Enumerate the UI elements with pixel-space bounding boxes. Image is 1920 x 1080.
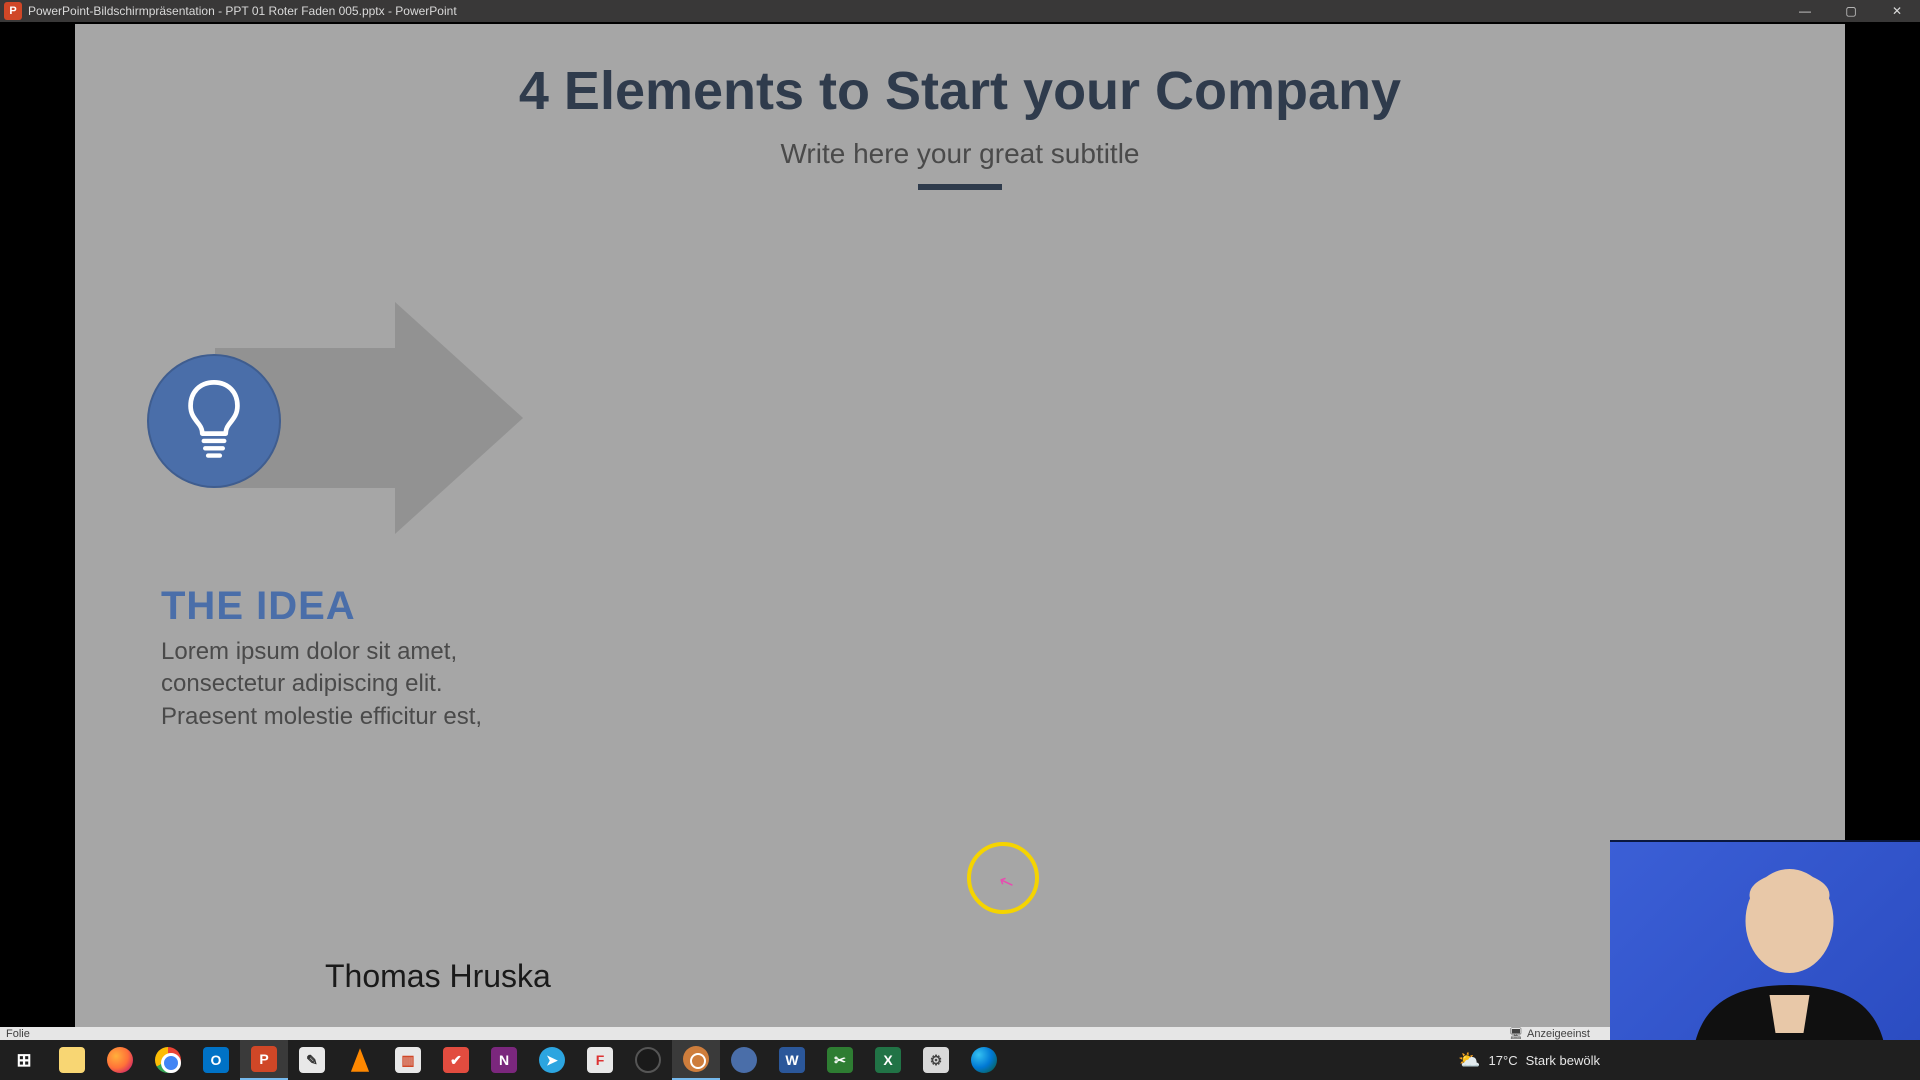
window-title: PowerPoint-Bildschirmpräsentation - PPT … — [28, 4, 457, 18]
taskbar-file-explorer[interactable] — [48, 1040, 96, 1080]
idea-circle — [147, 354, 281, 488]
todoist-icon: ✔ — [443, 1047, 469, 1073]
status-slide-label: Folie — [6, 1028, 30, 1040]
app-icon-powerpoint: P — [4, 2, 22, 20]
foxit-icon: F — [587, 1047, 613, 1073]
taskbar-paint[interactable]: ✎ — [288, 1040, 336, 1080]
cloud-app-icon — [731, 1047, 757, 1073]
windows-logo-icon: ⊞ — [11, 1047, 37, 1073]
taskbar-tool[interactable]: ⚙ — [912, 1040, 960, 1080]
telegram-icon: ➤ — [539, 1047, 565, 1073]
presenter-name: Thomas Hruska — [325, 958, 551, 995]
taskbar-edge[interactable] — [960, 1040, 1008, 1080]
app-icon: ▥ — [395, 1047, 421, 1073]
slide-title: 4 Elements to Start your Company — [75, 60, 1845, 122]
slide-subtitle: Write here your great subtitle — [75, 138, 1845, 170]
window-titlebar: P PowerPoint-Bildschirmpräsentation - PP… — [0, 0, 1920, 22]
taskbar-excel[interactable]: X — [864, 1040, 912, 1080]
vlc-icon — [347, 1047, 373, 1073]
presentation-slide[interactable]: 4 Elements to Start your Company Write h… — [75, 24, 1845, 1027]
taskbar-foxit[interactable]: F — [576, 1040, 624, 1080]
taskbar-outlook[interactable]: O — [192, 1040, 240, 1080]
firefox-icon — [107, 1047, 133, 1073]
tool-icon: ⚙ — [923, 1047, 949, 1073]
taskbar-onenote[interactable]: N — [480, 1040, 528, 1080]
idea-body: Lorem ipsum dolor sit amet, consectetur … — [161, 636, 541, 733]
paint-icon: ✎ — [299, 1047, 325, 1073]
snip-icon: ✂ — [827, 1047, 853, 1073]
word-icon: W — [779, 1047, 805, 1073]
display-settings-icon[interactable]: 🖥 — [1509, 1027, 1523, 1040]
taskbar-word[interactable]: W — [768, 1040, 816, 1080]
taskbar-todoist[interactable]: ✔ — [432, 1040, 480, 1080]
recorder-icon — [683, 1046, 709, 1072]
tray-weather-text: Stark bewölk — [1526, 1053, 1600, 1068]
obs-icon — [635, 1047, 661, 1073]
outlook-icon: O — [203, 1047, 229, 1073]
taskbar-cloud-app[interactable] — [720, 1040, 768, 1080]
file-explorer-icon — [59, 1047, 85, 1073]
chrome-icon — [155, 1047, 181, 1073]
taskbar-telegram[interactable]: ➤ — [528, 1040, 576, 1080]
onenote-icon: N — [491, 1047, 517, 1073]
slide-divider — [918, 184, 1002, 190]
powerpoint-icon: P — [251, 1046, 277, 1072]
excel-icon: X — [875, 1047, 901, 1073]
window-close-button[interactable]: ✕ — [1874, 0, 1920, 22]
display-settings-label[interactable]: Anzeigeeinst — [1527, 1028, 1590, 1040]
windows-taskbar: ⊞ O P ✎ ▥ ✔ N ➤ F W ✂ X ⚙ ⛅ 17°C Stark b… — [0, 1040, 1920, 1080]
system-tray[interactable]: ⛅ 17°C Stark bewölk — [1458, 1040, 1600, 1080]
letterbox-left — [0, 22, 75, 1027]
edge-icon — [971, 1047, 997, 1073]
taskbar-powerpoint[interactable]: P — [240, 1040, 288, 1080]
tray-temperature: 17°C — [1489, 1053, 1518, 1068]
taskbar-vlc[interactable] — [336, 1040, 384, 1080]
start-button[interactable]: ⊞ — [0, 1040, 48, 1080]
taskbar-app-1[interactable]: ▥ — [384, 1040, 432, 1080]
taskbar-firefox[interactable] — [96, 1040, 144, 1080]
window-maximize-button[interactable]: ▢ — [1828, 0, 1874, 22]
taskbar-chrome[interactable] — [144, 1040, 192, 1080]
weather-icon: ⛅ — [1458, 1050, 1480, 1071]
lightbulb-icon — [183, 378, 245, 465]
taskbar-obs[interactable] — [624, 1040, 672, 1080]
window-minimize-button[interactable]: — — [1782, 0, 1828, 22]
idea-heading: THE IDEA — [161, 584, 356, 629]
taskbar-snip[interactable]: ✂ — [816, 1040, 864, 1080]
taskbar-recorder[interactable] — [672, 1040, 720, 1080]
